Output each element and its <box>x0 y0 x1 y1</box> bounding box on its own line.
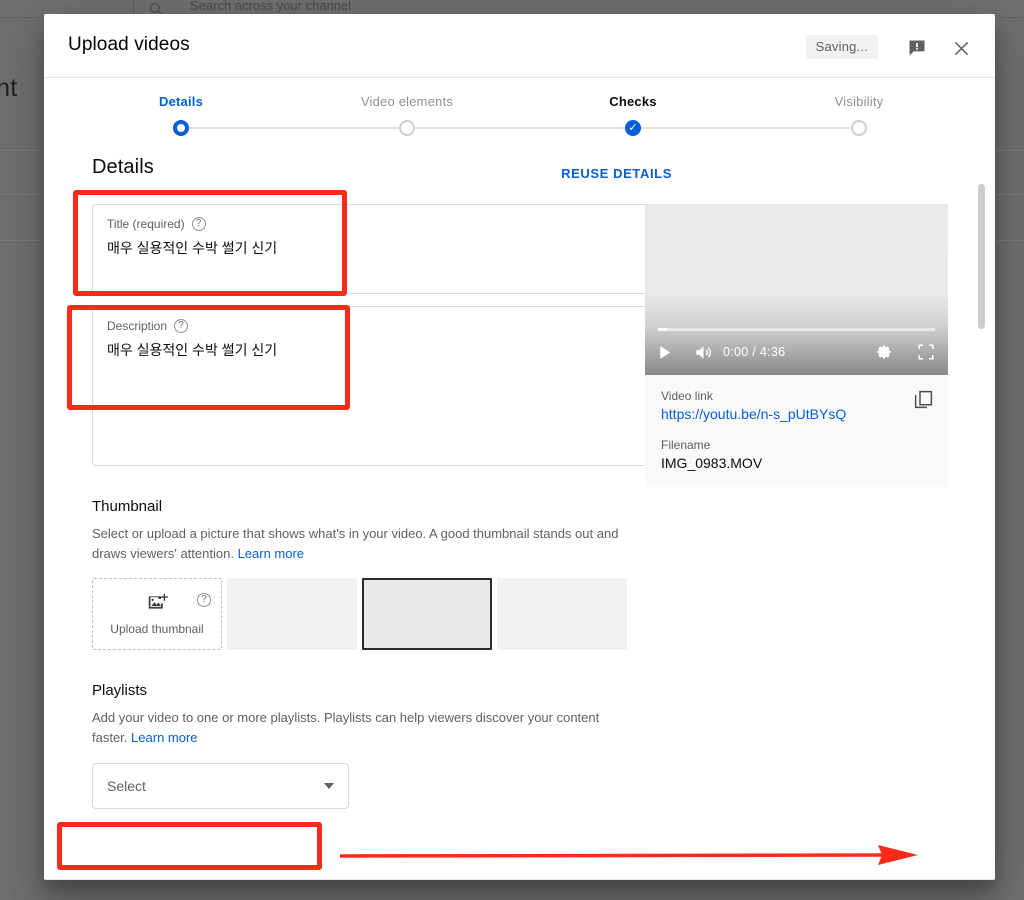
reuse-details-button[interactable]: REUSE DETAILS <box>561 166 672 181</box>
title-field-value: 매우 실용적인 수박 썰기 신기 <box>107 240 278 256</box>
details-column: Details REUSE DETAILS Title (required) ?… <box>92 156 672 809</box>
video-player-preview[interactable]: 0:00 / 4:36 <box>645 204 948 375</box>
player-progress-bar[interactable] <box>658 328 935 331</box>
title-field-label: Title (required) <box>107 217 185 231</box>
play-icon[interactable] <box>645 344 683 361</box>
dialog-header: Upload videos Saving... <box>44 14 995 78</box>
thumbnail-description-text: Select or upload a picture that shows wh… <box>92 526 619 562</box>
step-dot-visibility[interactable] <box>851 120 867 136</box>
playlists-section: Playlists Add your video to one or more … <box>92 682 672 809</box>
thumbnail-description: Select or upload a picture that shows wh… <box>92 524 622 564</box>
step-label-details[interactable]: Details <box>159 94 203 109</box>
thumbnail-section: Thumbnail Select or upload a picture tha… <box>92 498 672 651</box>
content-scrollbar[interactable] <box>978 164 991 872</box>
video-meta-panel: Video link https://youtu.be/n-s_pUtBYsQ … <box>645 375 948 487</box>
check-glyph: ✓ <box>628 121 638 134</box>
step-label-video-elements[interactable]: Video elements <box>361 94 453 109</box>
thumbnail-option-2[interactable] <box>362 578 492 651</box>
step-dot-details[interactable] <box>173 120 189 136</box>
title-field[interactable]: Title (required) ? 매우 실용적인 수박 썰기 신기 <box>92 204 672 294</box>
search-input[interactable]: Search across your channel <box>190 0 351 13</box>
playlists-select-value: Select <box>107 777 146 794</box>
gear-icon[interactable] <box>864 343 904 361</box>
help-icon[interactable]: ? <box>197 593 211 608</box>
thumbnail-option-3[interactable] <box>497 578 627 651</box>
chevron-down-icon <box>324 782 334 789</box>
description-field-label-row: Description ? <box>107 319 657 333</box>
player-progress-handle[interactable] <box>658 328 667 331</box>
player-time-display: 0:00 / 4:36 <box>723 345 786 359</box>
feedback-icon[interactable] <box>901 32 933 64</box>
saving-status-badge: Saving... <box>805 35 878 59</box>
upload-thumbnail-label: Upload thumbnail <box>110 622 204 637</box>
playlists-select[interactable]: Select <box>92 762 349 809</box>
description-field[interactable]: Description ? 매우 실용적인 수박 썰기 신기 <box>92 306 672 466</box>
video-preview-column: 0:00 / 4:36 Video link https://youtu.be/… <box>645 204 948 487</box>
background-page-title: ent <box>0 74 18 102</box>
stepper-connector <box>407 127 633 129</box>
step-dot-checks[interactable]: ✓ <box>625 120 641 136</box>
step-label-checks[interactable]: Checks <box>609 94 656 109</box>
thumbnail-options-row: ? Upload thumbnail <box>92 578 672 651</box>
filename-label: Filename <box>661 438 711 452</box>
dialog-title: Upload videos <box>68 34 190 55</box>
video-link-label: Video link <box>661 389 713 403</box>
video-link[interactable]: https://youtu.be/n-s_pUtBYsQ <box>661 406 932 422</box>
thumbnail-heading: Thumbnail <box>92 498 163 515</box>
upload-stepper: Details Video elements Checks Visibility… <box>44 78 995 156</box>
step-label-visibility[interactable]: Visibility <box>835 94 884 109</box>
playlists-heading: Playlists <box>92 682 148 700</box>
help-icon[interactable]: ? <box>191 217 206 231</box>
dialog-scroll-content: Details REUSE DETAILS Title (required) ?… <box>44 156 995 880</box>
title-field-label-row: Title (required) ? <box>107 217 657 231</box>
copy-icon[interactable] <box>913 389 934 415</box>
scrollbar-thumb[interactable] <box>978 184 985 329</box>
volume-icon[interactable] <box>683 343 723 362</box>
description-field-value: 매우 실용적인 수박 썰기 신기 <box>107 342 278 358</box>
close-icon[interactable] <box>945 32 977 64</box>
help-icon[interactable]: ? <box>174 319 189 333</box>
fullscreen-icon[interactable] <box>904 343 948 361</box>
description-field-label: Description <box>107 319 168 333</box>
player-controls: 0:00 / 4:36 <box>645 335 948 369</box>
stepper-connector <box>633 127 859 129</box>
upload-videos-dialog: Upload videos Saving... Details Video el… <box>44 14 995 880</box>
upload-thumbnail-button[interactable]: ? Upload thumbnail <box>92 578 222 651</box>
playlists-description: Add your video to one or more playlists.… <box>92 708 604 748</box>
thumbnail-learn-more-link[interactable]: Learn more <box>238 546 304 561</box>
filename-value: IMG_0983.MOV <box>661 455 763 471</box>
playlists-learn-more-link[interactable]: Learn more <box>131 730 197 745</box>
thumbnail-option-1[interactable] <box>227 578 357 651</box>
step-dot-video-elements[interactable] <box>399 120 415 136</box>
add-image-icon <box>147 592 168 618</box>
stepper-connector <box>181 127 407 129</box>
